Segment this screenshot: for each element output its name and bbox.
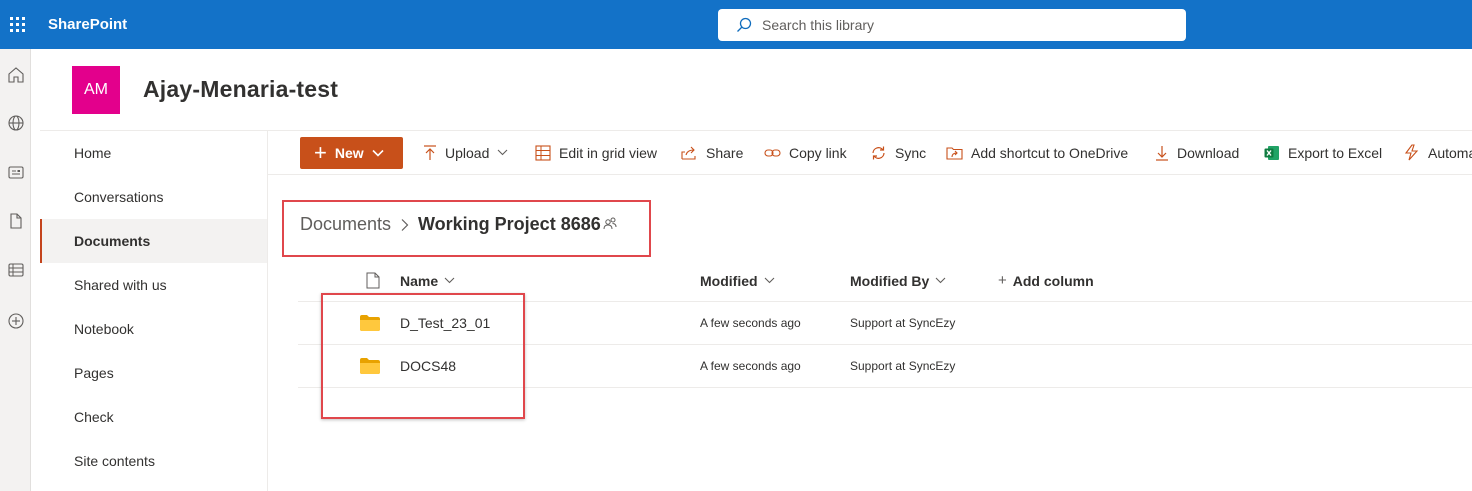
site-logo-initials: AM bbox=[84, 81, 108, 98]
column-header-name-label: Name bbox=[400, 272, 439, 289]
excel-icon bbox=[1264, 145, 1279, 160]
add-column-button[interactable]: + Add column bbox=[998, 260, 1094, 301]
column-header-modified-by[interactable]: Modified By bbox=[850, 260, 946, 301]
export-excel-button[interactable]: Export to Excel bbox=[1264, 131, 1382, 174]
chevron-down-icon bbox=[935, 277, 946, 284]
copy-link-label: Copy link bbox=[789, 144, 847, 161]
site-logo[interactable]: AM bbox=[72, 66, 120, 114]
upload-button[interactable]: Upload bbox=[423, 131, 508, 174]
shared-people-icon[interactable] bbox=[603, 217, 617, 230]
nav-item-pages[interactable]: Pages bbox=[40, 351, 267, 395]
nav-item-documents[interactable]: Documents bbox=[40, 219, 267, 263]
add-shortcut-label: Add shortcut to OneDrive bbox=[971, 144, 1129, 161]
link-icon bbox=[764, 148, 781, 157]
globe-icon[interactable] bbox=[6, 113, 26, 133]
row-modified: A few seconds ago bbox=[700, 359, 801, 373]
search-icon bbox=[737, 17, 752, 32]
nav-item-home[interactable]: Home bbox=[40, 131, 267, 175]
row-modified-by: Support at SyncEzy bbox=[850, 359, 956, 373]
row-modified: A few seconds ago bbox=[700, 316, 801, 330]
file-icon[interactable] bbox=[6, 211, 26, 231]
row-modified-by: Support at SyncEzy bbox=[850, 316, 956, 330]
document-icon bbox=[366, 272, 380, 289]
column-header-modified-by-label: Modified By bbox=[850, 272, 930, 289]
download-icon bbox=[1156, 145, 1168, 161]
news-icon[interactable] bbox=[6, 162, 26, 182]
chevron-down-icon bbox=[372, 149, 384, 157]
automate-icon bbox=[1404, 144, 1419, 161]
upload-icon bbox=[424, 144, 436, 160]
shortcut-icon bbox=[946, 147, 963, 160]
automate-button[interactable]: Automate bbox=[1403, 131, 1472, 174]
sync-button[interactable]: Sync bbox=[870, 131, 926, 174]
sync-icon bbox=[872, 146, 885, 159]
plus-icon: + bbox=[998, 272, 1007, 289]
new-button-label: New bbox=[334, 145, 364, 161]
add-circle-icon[interactable] bbox=[6, 311, 26, 331]
column-header-modified-label: Modified bbox=[700, 272, 758, 289]
grid-icon bbox=[535, 144, 551, 161]
share-button[interactable]: Share bbox=[681, 131, 743, 174]
add-column-label: Add column bbox=[1012, 272, 1094, 289]
breadcrumb-root-documents[interactable]: Documents bbox=[300, 214, 391, 235]
breadcrumb-current-folder: Working Project 8686 bbox=[418, 214, 601, 234]
suite-bar: SharePoint bbox=[0, 0, 1472, 49]
share-icon bbox=[681, 146, 696, 160]
command-bar: + New Upload Edit in grid view Share Cop… bbox=[268, 130, 1472, 175]
column-header-modified[interactable]: Modified bbox=[700, 260, 775, 301]
nav-item-conversations[interactable]: Conversations bbox=[40, 175, 267, 219]
chevron-down-icon bbox=[764, 277, 774, 284]
plus-icon: + bbox=[314, 140, 327, 165]
search-input[interactable] bbox=[762, 17, 1162, 33]
new-button[interactable]: + New bbox=[300, 137, 403, 169]
search-box[interactable] bbox=[718, 9, 1186, 41]
edit-grid-view-label: Edit in grid view bbox=[559, 144, 658, 161]
nav-item-shared-with-us[interactable]: Shared with us bbox=[40, 263, 267, 307]
edit-grid-view-button[interactable]: Edit in grid view bbox=[535, 131, 657, 174]
chevron-right-icon bbox=[401, 219, 409, 231]
app-rail bbox=[0, 49, 31, 491]
waffle-icon bbox=[9, 17, 25, 32]
list-icon[interactable] bbox=[6, 260, 26, 280]
chevron-down-icon bbox=[497, 149, 508, 156]
nav-item-site-contents[interactable]: Site contents bbox=[40, 439, 267, 483]
automate-label: Automate bbox=[1428, 144, 1472, 161]
chevron-down-icon bbox=[444, 277, 455, 284]
folders-highlight bbox=[321, 293, 525, 419]
upload-label: Upload bbox=[445, 144, 490, 161]
nav-item-notebook[interactable]: Notebook bbox=[40, 307, 267, 351]
site-title[interactable]: Ajay-Menaria-test bbox=[143, 76, 338, 103]
share-label: Share bbox=[706, 144, 744, 161]
brand-name[interactable]: SharePoint bbox=[48, 0, 127, 49]
sync-label: Sync bbox=[895, 144, 927, 161]
download-label: Download bbox=[1177, 144, 1240, 161]
app-launcher-button[interactable] bbox=[0, 0, 34, 49]
home-icon[interactable] bbox=[6, 65, 26, 85]
add-shortcut-button[interactable]: Add shortcut to OneDrive bbox=[946, 131, 1128, 174]
nav-item-check[interactable]: Check bbox=[40, 395, 267, 439]
left-navigation: Home Conversations Documents Shared with… bbox=[40, 130, 268, 491]
copy-link-button[interactable]: Copy link bbox=[764, 131, 847, 174]
export-excel-label: Export to Excel bbox=[1288, 144, 1383, 161]
download-button[interactable]: Download bbox=[1155, 131, 1239, 174]
